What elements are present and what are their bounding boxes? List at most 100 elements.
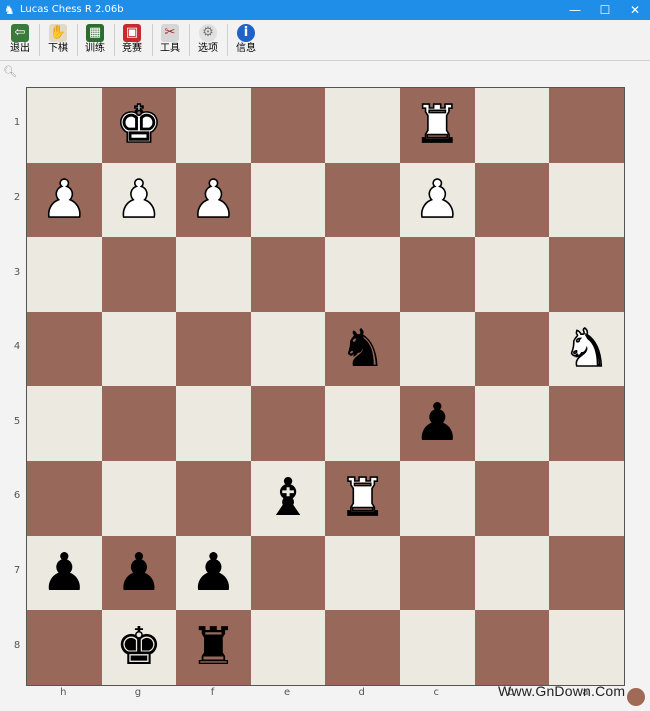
watermark: Www.GnDown.Com xyxy=(498,683,626,699)
compete-button[interactable]: ▣ 竞赛 xyxy=(114,22,150,58)
square-e8[interactable] xyxy=(250,610,326,685)
square-g3[interactable] xyxy=(101,237,177,312)
compete-label: 竞赛 xyxy=(122,43,142,54)
square-c3[interactable] xyxy=(400,237,475,312)
white-pawn-piece[interactable]: ♟ xyxy=(27,163,102,238)
black-bishop-piece[interactable]: ♝ xyxy=(251,461,326,536)
window-title: Lucas Chess R 2.06b xyxy=(20,4,124,15)
rank-label: 4 xyxy=(13,341,21,353)
square-a3[interactable] xyxy=(549,237,624,312)
square-a1[interactable] xyxy=(549,88,624,163)
square-c4[interactable] xyxy=(400,311,475,387)
square-h4[interactable] xyxy=(27,311,102,387)
square-g6[interactable] xyxy=(101,461,177,536)
file-label: h xyxy=(60,687,67,698)
square-d1[interactable] xyxy=(325,88,400,163)
white-knight-piece[interactable]: ♞ xyxy=(549,312,624,387)
black-pawn-piece[interactable]: ♟ xyxy=(400,386,475,461)
rank-label: 2 xyxy=(13,191,21,203)
square-e2[interactable] xyxy=(250,162,326,238)
gear-icon: ⚙ xyxy=(199,24,217,42)
white-king-piece[interactable]: ♚ xyxy=(102,88,177,163)
info-button[interactable]: i 信息 xyxy=(228,22,264,58)
black-rook-piece[interactable]: ♜ xyxy=(176,610,251,685)
file-label: g xyxy=(134,687,142,698)
exit-icon: ⇦ xyxy=(11,24,29,42)
square-h6[interactable] xyxy=(27,461,102,536)
black-knight-piece[interactable]: ♞ xyxy=(325,312,400,387)
info-label: 信息 xyxy=(236,43,256,54)
square-g5[interactable] xyxy=(101,386,177,461)
square-h8[interactable] xyxy=(27,610,102,685)
white-pawn-piece[interactable]: ♟ xyxy=(176,163,251,238)
square-b4[interactable] xyxy=(474,311,550,387)
square-e1[interactable] xyxy=(250,88,326,163)
square-d7[interactable] xyxy=(325,535,400,611)
exit-button[interactable]: ⇦ 退出 xyxy=(2,22,38,58)
square-f6[interactable] xyxy=(176,461,251,536)
white-pawn-piece[interactable]: ♟ xyxy=(102,163,177,238)
square-b1[interactable] xyxy=(474,88,550,163)
square-c8[interactable] xyxy=(400,610,475,685)
tools-button[interactable]: ✂ 工具 xyxy=(152,22,188,58)
square-h3[interactable] xyxy=(27,237,102,312)
square-a5[interactable] xyxy=(549,386,624,461)
square-e4[interactable] xyxy=(250,311,326,387)
square-e5[interactable] xyxy=(250,386,326,461)
black-pawn-piece[interactable]: ♟ xyxy=(27,536,102,611)
black-pawn-piece[interactable]: ♟ xyxy=(102,536,177,611)
square-d2[interactable] xyxy=(325,162,400,238)
close-button[interactable]: ✕ xyxy=(620,0,650,20)
train-button[interactable]: ▦ 训练 xyxy=(77,22,113,58)
file-label: d xyxy=(358,687,365,698)
minimize-button[interactable]: — xyxy=(560,0,590,20)
square-e7[interactable] xyxy=(250,535,326,611)
rank-label: 7 xyxy=(13,564,21,576)
magnifier-icon[interactable]: 🔍︎ xyxy=(3,65,17,78)
square-b5[interactable] xyxy=(474,386,550,461)
chess-board[interactable]: ♚ ♜ ♟ ♟ ♟ ♟ ♞ ♞ ♟ ♝ ♜ ♟ ♟ ♟ ♚ ♜ xyxy=(26,87,625,686)
square-g4[interactable] xyxy=(101,311,177,387)
rank-label: 1 xyxy=(13,117,21,129)
square-b7[interactable] xyxy=(474,535,550,611)
square-h5[interactable] xyxy=(27,386,102,461)
play-label: 下棋 xyxy=(48,43,68,54)
options-label: 选项 xyxy=(198,43,218,54)
square-b6[interactable] xyxy=(474,461,550,536)
play-button[interactable]: ✋ 下棋 xyxy=(40,22,76,58)
white-pawn-piece[interactable]: ♟ xyxy=(400,163,475,238)
black-pawn-piece[interactable]: ♟ xyxy=(176,536,251,611)
square-b8[interactable] xyxy=(474,610,550,685)
square-a7[interactable] xyxy=(549,535,624,611)
square-f4[interactable] xyxy=(176,311,251,387)
compete-icon: ▣ xyxy=(123,24,141,42)
black-king-piece[interactable]: ♚ xyxy=(102,610,177,685)
exit-label: 退出 xyxy=(10,43,30,54)
square-a6[interactable] xyxy=(549,461,624,536)
square-d5[interactable] xyxy=(325,386,400,461)
file-label: c xyxy=(433,687,440,698)
file-label: e xyxy=(284,687,291,698)
square-f1[interactable] xyxy=(176,88,251,163)
white-rook-piece[interactable]: ♜ xyxy=(325,461,400,536)
square-d3[interactable] xyxy=(325,237,400,312)
square-d8[interactable] xyxy=(325,610,400,685)
rank-label: 8 xyxy=(13,639,21,651)
square-b2[interactable] xyxy=(474,162,550,238)
square-c6[interactable] xyxy=(400,461,475,536)
white-rook-piece[interactable]: ♜ xyxy=(400,88,475,163)
square-b3[interactable] xyxy=(474,237,550,312)
file-label: f xyxy=(210,687,215,698)
maximize-button[interactable]: ☐ xyxy=(590,0,620,20)
square-h1[interactable] xyxy=(27,88,102,163)
options-button[interactable]: ⚙ 选项 xyxy=(190,22,226,58)
square-a2[interactable] xyxy=(549,162,624,238)
train-label: 训练 xyxy=(85,43,105,54)
square-f3[interactable] xyxy=(176,237,251,312)
board-area: 🔍︎ ♚ ♜ ♟ ♟ ♟ ♟ ♞ ♞ ♟ ♝ ♜ ♟ ♟ ♟ ♚ ♜ 12345678hgfedcba Www… xyxy=(0,61,650,711)
square-e3[interactable] xyxy=(250,237,326,312)
square-c7[interactable] xyxy=(400,535,475,611)
square-a8[interactable] xyxy=(549,610,624,685)
play-icon: ✋ xyxy=(49,24,67,42)
square-f5[interactable] xyxy=(176,386,251,461)
